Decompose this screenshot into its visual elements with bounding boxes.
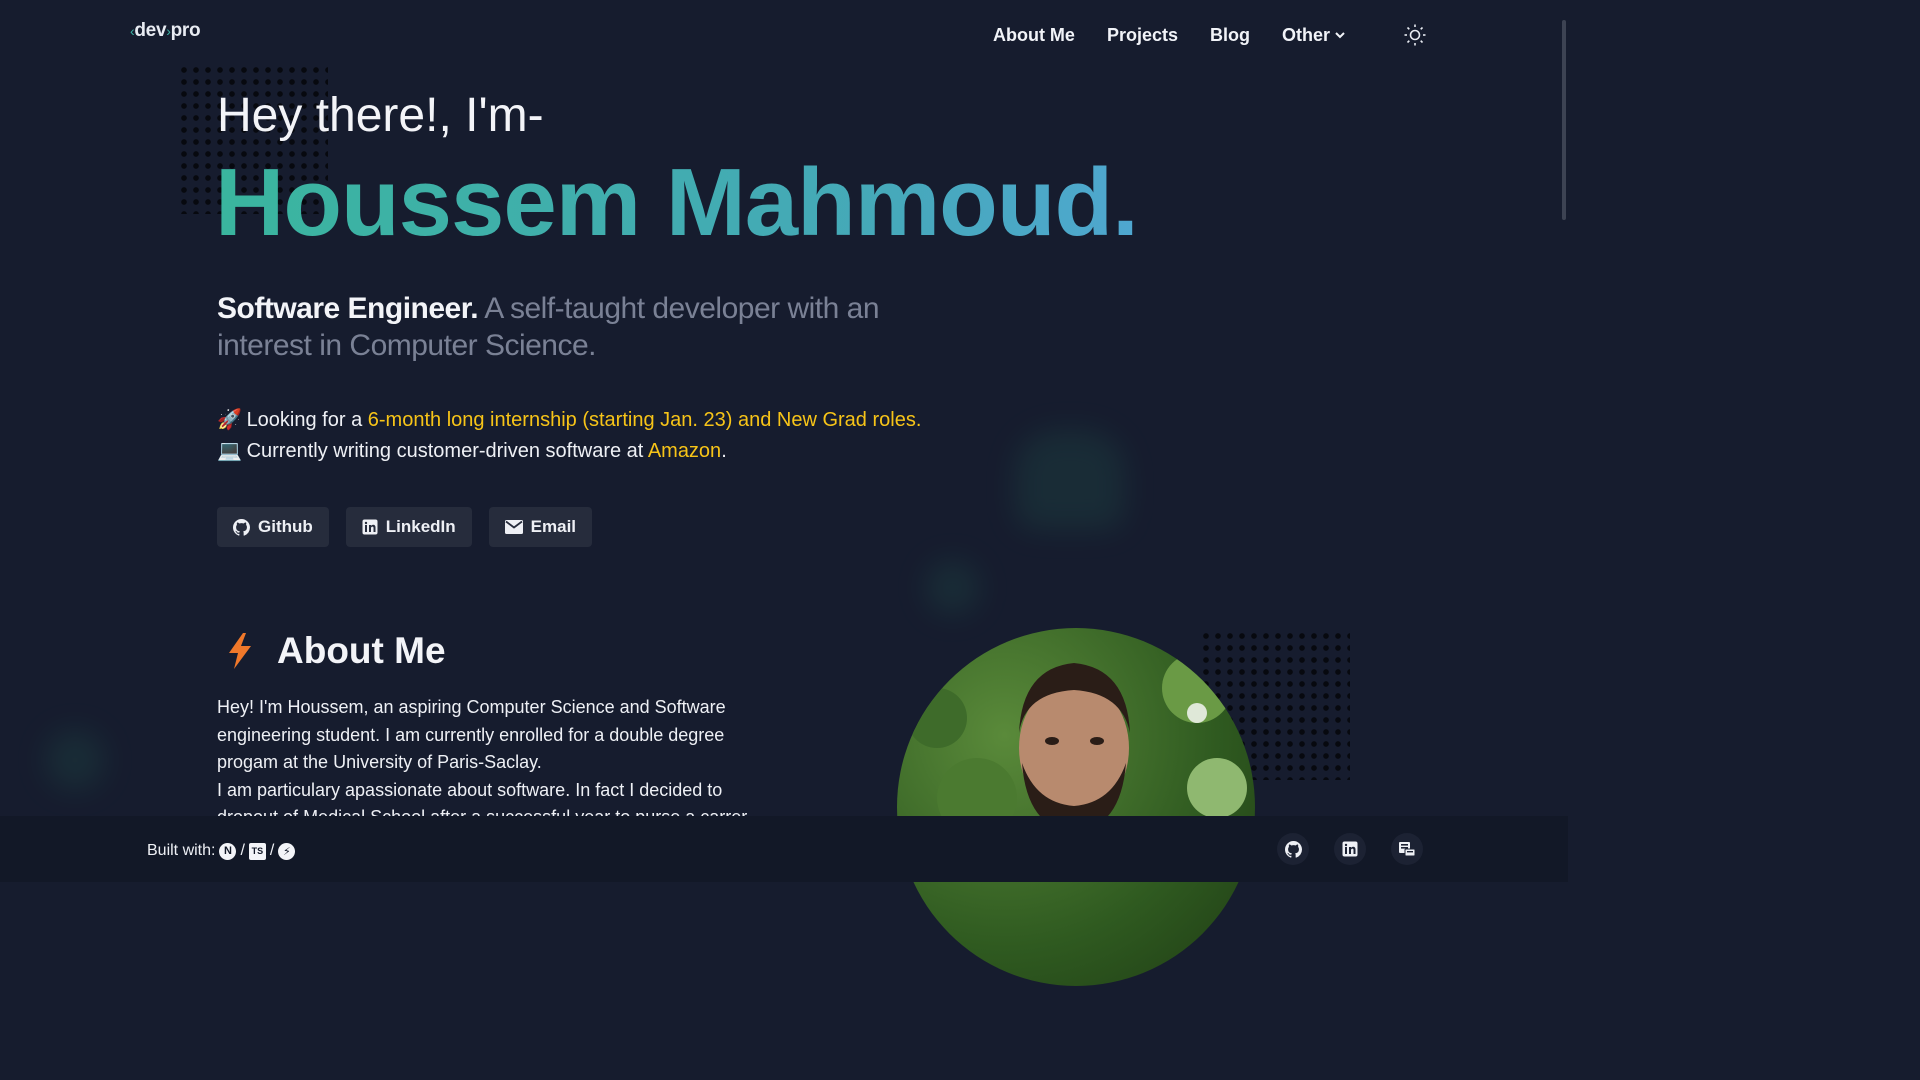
github-button[interactable]: Github: [217, 507, 329, 547]
status-line1-prefix: Looking for a: [246, 409, 368, 431]
status-line-amazon: 💻 Currently writing customer-driven soft…: [217, 436, 921, 467]
nav-blog[interactable]: Blog: [1210, 25, 1250, 46]
profile-photo-image: [907, 653, 1247, 838]
page-scrollbar[interactable]: [1562, 20, 1566, 220]
built-with: Built with: N / TS / ⚡: [147, 842, 296, 860]
email-button-label: Email: [530, 517, 577, 536]
blog-icon: [1399, 842, 1416, 857]
footer-social-links: [1277, 833, 1423, 865]
chevron-down-icon: [1335, 32, 1345, 39]
bolt-icon: ⚡: [278, 842, 296, 860]
about-heading-text: About Me: [277, 630, 446, 671]
status-line2-prefix: Currently writing customer-driven softwa…: [246, 440, 648, 462]
site-logo[interactable]: ‹dev›pro: [130, 20, 201, 42]
built-with-sep-2: /: [269, 842, 275, 859]
footer-blog-link[interactable]: [1391, 833, 1423, 865]
built-with-sep-1: /: [240, 842, 245, 859]
footer-linkedin-link[interactable]: [1334, 833, 1366, 865]
laptop-icon: 💻: [217, 440, 242, 462]
about-text: Hey! I'm Houssem, an aspiring Computer S…: [217, 694, 777, 832]
hero-name: Houssem Mahmoud.: [215, 149, 1139, 256]
status-line-internship: 🚀 Looking for a 6-month long internship …: [217, 405, 921, 436]
nav-projects[interactable]: Projects: [1107, 25, 1178, 46]
amazon-link[interactable]: Amazon: [648, 440, 721, 462]
footer-github-link[interactable]: [1277, 833, 1309, 865]
status-line1-highlight: 6-month long internship (starting Jan. 2…: [367, 409, 922, 431]
decor-blur-1: [1015, 430, 1125, 530]
profile-photo: [897, 628, 1255, 986]
logo-text-pro: pro: [170, 20, 201, 41]
decor-blur-3: [45, 730, 105, 790]
theme-toggle-button[interactable]: [1402, 22, 1428, 48]
logo-text-dev: dev: [134, 20, 167, 41]
nav-other[interactable]: Other: [1282, 25, 1346, 46]
email-button[interactable]: Email: [488, 507, 593, 547]
linkedin-icon: [1342, 841, 1358, 857]
github-icon: [1284, 840, 1302, 858]
sun-icon: [1404, 24, 1426, 46]
status-line2-suffix: .: [721, 440, 727, 462]
lightning-icon: [229, 633, 251, 669]
rocket-icon: 🚀: [217, 409, 242, 431]
site-footer: Built with: N / TS / ⚡: [0, 816, 1568, 882]
about-paragraph-1: Hey! I'm Houssem, an aspiring Computer S…: [217, 697, 726, 772]
about-heading: About Me: [225, 630, 446, 672]
nav-about-me[interactable]: About Me: [993, 25, 1075, 46]
nav-other-label: Other: [1281, 24, 1330, 45]
typescript-icon: TS: [248, 842, 266, 860]
main-nav: About Me Projects Blog Other: [993, 22, 1428, 48]
hero-greeting: Hey there!, I'm-: [217, 89, 544, 142]
hero-tagline: Software Engineer. A self-taught develop…: [217, 290, 917, 364]
linkedin-button-label: LinkedIn: [385, 517, 456, 536]
github-icon: [233, 518, 250, 536]
hero-role: Software Engineer.: [217, 292, 479, 325]
mail-icon: [504, 520, 523, 534]
linkedin-icon: [362, 519, 378, 535]
nextjs-icon: N: [219, 842, 237, 860]
linkedin-button[interactable]: LinkedIn: [345, 507, 472, 547]
hero-status-lines: 🚀 Looking for a 6-month long internship …: [217, 405, 921, 467]
github-button-label: Github: [258, 517, 313, 536]
built-with-label: Built with:: [147, 842, 216, 859]
decor-blur-2: [925, 560, 980, 615]
social-buttons: Github LinkedIn Email: [217, 507, 593, 547]
